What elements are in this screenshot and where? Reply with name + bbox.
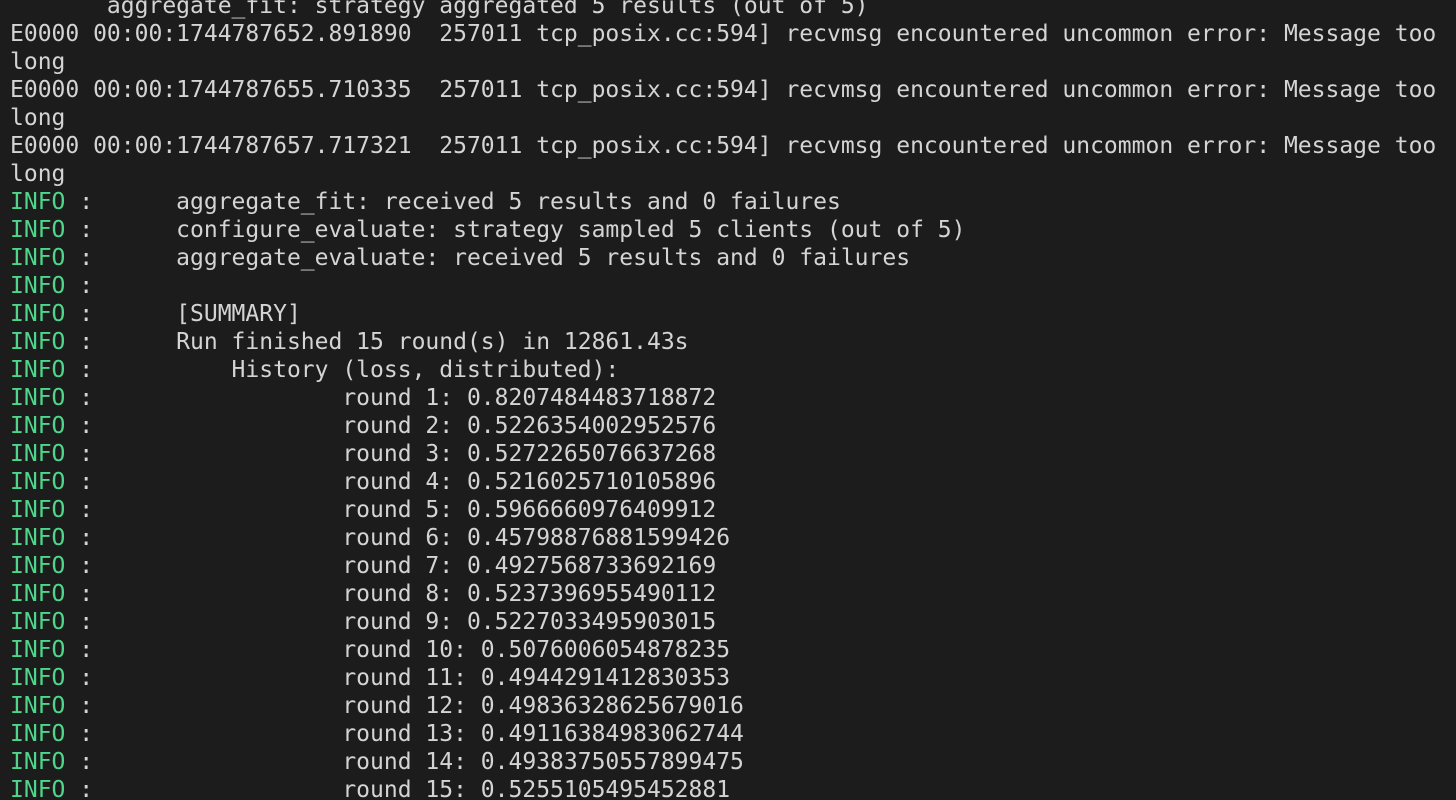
log-level-label: INFO <box>10 497 66 523</box>
log-message: : round 3: 0.5272265076637268 <box>65 441 717 467</box>
log-message: long <box>10 49 66 75</box>
log-message: : round 9: 0.5227033495903015 <box>65 609 717 635</box>
log-level-label: INFO <box>10 609 66 635</box>
log-line-info: INFO : round 4: 0.5216025710105896 <box>10 468 1456 496</box>
log-level-label: INFO <box>10 553 66 579</box>
log-line-info: INFO : round 6: 0.45798876881599426 <box>10 524 1456 552</box>
log-message: : round 2: 0.5226354002952576 <box>65 413 717 439</box>
log-message: : round 4: 0.5216025710105896 <box>65 469 717 495</box>
log-line-info: INFO : round 2: 0.5226354002952576 <box>10 412 1456 440</box>
log-message: : round 5: 0.5966660976409912 <box>65 497 717 523</box>
log-level-label: INFO <box>10 217 66 243</box>
log-level-label: INFO <box>10 301 66 327</box>
log-line: aggregate_fit: strategy aggregated 5 res… <box>10 0 1456 20</box>
log-level-label: INFO <box>10 273 66 299</box>
log-message: : configure_evaluate: strategy sampled 5… <box>65 217 966 243</box>
log-line: long <box>10 104 1456 132</box>
log-message: : round 7: 0.4927568733692169 <box>65 553 717 579</box>
log-level-label: INFO <box>10 693 66 719</box>
log-message: : aggregate_evaluate: received 5 results… <box>65 245 911 271</box>
log-line-info: INFO : Run finished 15 round(s) in 12861… <box>10 328 1456 356</box>
log-line: long <box>10 160 1456 188</box>
log-message: : round 8: 0.5237396955490112 <box>65 581 717 607</box>
log-line-info: INFO : configure_evaluate: strategy samp… <box>10 216 1456 244</box>
log-message: : History (loss, distributed): <box>65 357 620 383</box>
log-message: : aggregate_fit: received 5 results and … <box>65 189 841 215</box>
log-line-info: INFO : round 13: 0.49116384983062744 <box>10 720 1456 748</box>
log-line-info: INFO : round 14: 0.49383750557899475 <box>10 748 1456 776</box>
log-line-info: INFO : round 1: 0.8207484483718872 <box>10 384 1456 412</box>
log-level-label: INFO <box>10 749 66 775</box>
log-line-info: INFO : History (loss, distributed): <box>10 356 1456 384</box>
log-line-info: INFO : aggregate_fit: received 5 results… <box>10 188 1456 216</box>
terminal-output: aggregate_fit: strategy aggregated 5 res… <box>10 0 1456 800</box>
log-level-label: INFO <box>10 357 66 383</box>
log-line-info: INFO : round 3: 0.5272265076637268 <box>10 440 1456 468</box>
log-line-info: INFO : round 15: 0.5255105495452881 <box>10 776 1456 800</box>
log-line-info: INFO : round 9: 0.5227033495903015 <box>10 608 1456 636</box>
log-level-label: INFO <box>10 665 66 691</box>
log-message: : [SUMMARY] <box>65 301 301 327</box>
log-message: : Run finished 15 round(s) in 12861.43s <box>65 329 689 355</box>
log-level-label: INFO <box>10 777 66 800</box>
log-level-label: INFO <box>10 581 66 607</box>
log-message: : round 1: 0.8207484483718872 <box>65 385 717 411</box>
log-line-info: INFO : aggregate_evaluate: received 5 re… <box>10 244 1456 272</box>
log-line-info: INFO : round 12: 0.49836328625679016 <box>10 692 1456 720</box>
log-message: : round 15: 0.5255105495452881 <box>65 777 731 800</box>
log-level-label: INFO <box>10 245 66 271</box>
log-level-label: INFO <box>10 189 66 215</box>
log-level-label: INFO <box>10 525 66 551</box>
log-line: E0000 00:00:1744787652.891890 257011 tcp… <box>10 20 1456 48</box>
log-line: long <box>10 48 1456 76</box>
log-line: E0000 00:00:1744787657.717321 257011 tcp… <box>10 132 1456 160</box>
log-message: : round 11: 0.4944291412830353 <box>65 665 731 691</box>
log-line-info: INFO : round 10: 0.5076006054878235 <box>10 636 1456 664</box>
log-message: long <box>10 105 66 131</box>
log-message: aggregate_fit: strategy aggregated 5 res… <box>10 0 869 19</box>
log-message: : round 12: 0.49836328625679016 <box>65 693 744 719</box>
log-level-label: INFO <box>10 441 66 467</box>
log-line-info: INFO : round 11: 0.4944291412830353 <box>10 664 1456 692</box>
log-message: : round 10: 0.5076006054878235 <box>65 637 731 663</box>
log-level-label: INFO <box>10 329 66 355</box>
terminal-window[interactable]: aggregate_fit: strategy aggregated 5 res… <box>0 0 1456 800</box>
log-message: E0000 00:00:1744787657.717321 257011 tcp… <box>10 133 1437 159</box>
log-line-info: INFO : round 5: 0.5966660976409912 <box>10 496 1456 524</box>
log-level-label: INFO <box>10 721 66 747</box>
log-level-label: INFO <box>10 385 66 411</box>
log-level-label: INFO <box>10 413 66 439</box>
log-message: : <box>65 273 94 299</box>
log-message: : round 13: 0.49116384983062744 <box>65 721 744 747</box>
log-message: : round 6: 0.45798876881599426 <box>65 525 731 551</box>
log-line-info: INFO : <box>10 272 1456 300</box>
log-line: E0000 00:00:1744787655.710335 257011 tcp… <box>10 76 1456 104</box>
log-level-label: INFO <box>10 469 66 495</box>
log-line-info: INFO : [SUMMARY] <box>10 300 1456 328</box>
log-message: : round 14: 0.49383750557899475 <box>65 749 744 775</box>
log-message: E0000 00:00:1744787655.710335 257011 tcp… <box>10 77 1437 103</box>
log-line-info: INFO : round 8: 0.5237396955490112 <box>10 580 1456 608</box>
log-message: E0000 00:00:1744787652.891890 257011 tcp… <box>10 21 1437 47</box>
log-message: long <box>10 161 66 187</box>
log-line-info: INFO : round 7: 0.4927568733692169 <box>10 552 1456 580</box>
log-level-label: INFO <box>10 637 66 663</box>
